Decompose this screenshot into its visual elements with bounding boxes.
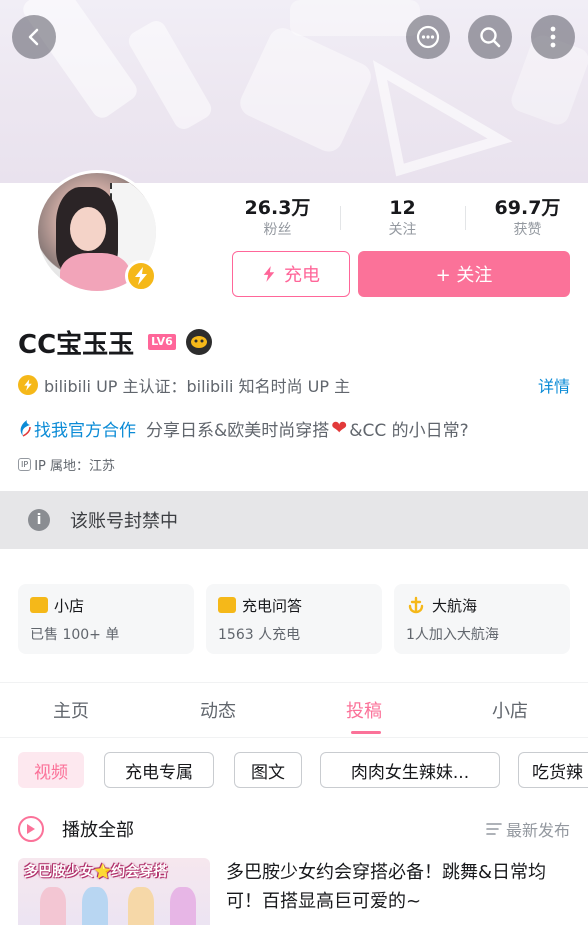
verified-lightning-icon <box>18 375 38 395</box>
card-subtitle: 1人加入大航海 <box>406 627 499 643</box>
feature-cards: 小店 已售 100+ 单 充电问答 1563 人充电 大航海 1人加入大航海 <box>18 584 570 654</box>
certification-row: bilibili UP 主认证：bilibili 知名时尚 UP 主 详情 <box>18 372 570 398</box>
tab-shop[interactable]: 小店 <box>492 697 528 723</box>
bio-text: 分享日系&欧美时尚穿搭 <box>146 420 330 441</box>
play-all-row: 播放全部 最新发布 <box>18 815 570 843</box>
play-icon[interactable] <box>18 816 44 842</box>
thumbnail-figure <box>82 887 108 925</box>
shop-card[interactable]: 小店 已售 100+ 单 <box>18 584 194 654</box>
video-item[interactable]: 多巴胺少女⭐约会穿搭 多巴胺少女约会穿搭必备！跳舞&日常均可！百搭显高巨可爱的~ <box>18 858 570 925</box>
stat-value: 26.3万 <box>244 197 311 219</box>
link-icon <box>20 420 31 437</box>
charge-qa-card[interactable]: 充电问答 1563 人充电 <box>206 584 382 654</box>
thumbnail-figure <box>128 887 154 925</box>
certification-text: bilibili UP 主认证：bilibili 知名时尚 UP 主 <box>44 377 351 396</box>
heart-icon: ❤ <box>331 417 348 439</box>
tab-home[interactable]: 主页 <box>53 697 89 723</box>
filter-chip-collection[interactable]: 肉肉女生辣妹... <box>320 752 500 788</box>
stat-label: 获赞 <box>513 222 542 238</box>
stat-followers[interactable]: 26.3万 粉丝 <box>215 196 340 244</box>
profile-stats: 26.3万 粉丝 12 关注 69.7万 获赞 <box>215 196 588 244</box>
tab-dynamic[interactable]: 动态 <box>200 697 236 723</box>
sort-icon <box>486 823 502 835</box>
stat-label: 关注 <box>388 222 417 238</box>
avatar-container[interactable] <box>35 170 159 294</box>
bio-row: 找我官方合作 分享日系&欧美时尚穿搭 ❤ &CC 的小日常? <box>18 415 469 441</box>
profile-banner <box>0 0 588 183</box>
ip-icon: IP <box>18 457 32 471</box>
sort-label: 最新发布 <box>505 821 570 840</box>
shop-icon <box>30 597 48 613</box>
lightning-icon <box>263 266 275 282</box>
ip-location: IP 属地：江苏 <box>34 458 115 474</box>
profile-tabs: 主页 动态 投稿 小店 <box>0 682 588 738</box>
verified-lightning-icon <box>125 260 157 292</box>
stat-label: 粉丝 <box>263 222 292 238</box>
message-button[interactable] <box>406 15 450 59</box>
filter-chip-graphic[interactable]: 图文 <box>234 752 302 788</box>
stat-value: 12 <box>389 197 416 219</box>
card-title: 大航海 <box>432 596 478 615</box>
stat-following[interactable]: 12 关注 <box>340 196 465 244</box>
info-icon: i <box>28 509 50 531</box>
charge-label: 充电 <box>284 265 320 286</box>
card-subtitle: 1563 人充电 <box>218 627 301 643</box>
back-icon <box>28 28 39 46</box>
search-icon <box>480 27 501 48</box>
filter-chip-foodie[interactable]: 吃货辣 <box>518 752 588 788</box>
ban-notice-bar: i 该账号封禁中 <box>0 491 588 549</box>
username: CC宝玉玉 <box>18 329 135 360</box>
business-link[interactable]: 找我官方合作 <box>18 416 136 441</box>
tab-uploads[interactable]: 投稿 <box>346 697 382 723</box>
thumbnail-figure <box>40 887 66 925</box>
stat-value: 69.7万 <box>494 197 561 219</box>
charge-qa-icon <box>218 597 236 613</box>
search-button[interactable] <box>468 15 512 59</box>
video-title[interactable]: 多巴胺少女约会穿搭必备！跳舞&日常均可！百搭显高巨可爱的~ <box>226 858 570 916</box>
video-thumbnail[interactable]: 多巴胺少女⭐约会穿搭 <box>18 858 210 925</box>
level-badge: LV6 <box>148 334 176 350</box>
name-row: CC宝玉玉 LV6 <box>18 322 212 362</box>
filter-chip-charge[interactable]: 充电专属 <box>104 752 214 788</box>
sort-button[interactable]: 最新发布 <box>486 817 570 841</box>
business-link-label: 找我官方合作 <box>34 420 136 441</box>
detail-link[interactable]: 详情 <box>538 373 570 397</box>
bio-text-2: &CC 的小日常? <box>349 420 469 441</box>
message-icon <box>416 25 440 49</box>
avatar-body <box>60 253 130 291</box>
card-title: 小店 <box>54 596 85 615</box>
follow-label: + 关注 <box>435 265 493 286</box>
mascot-badge-icon <box>185 329 212 355</box>
follow-button[interactable]: + 关注 <box>358 251 570 297</box>
anchor-icon <box>408 596 424 614</box>
play-all-label[interactable]: 播放全部 <box>62 816 134 842</box>
more-button[interactable] <box>531 15 575 59</box>
back-button[interactable] <box>12 15 56 59</box>
guard-card[interactable]: 大航海 1人加入大航海 <box>394 584 570 654</box>
filter-chips: 视频 充电专属 图文 肉肉女生辣妹... 吃货辣 <box>18 752 588 788</box>
stat-likes[interactable]: 69.7万 获赞 <box>465 196 588 244</box>
charge-button[interactable]: 充电 <box>232 251 350 297</box>
thumbnail-title: 多巴胺少女⭐约会穿搭 <box>24 864 168 880</box>
card-title: 充电问答 <box>242 596 303 615</box>
ban-notice-text: 该账号封禁中 <box>70 511 178 532</box>
avatar-face <box>70 207 106 251</box>
tab-active-indicator <box>351 731 381 734</box>
card-subtitle: 已售 100+ 单 <box>30 627 120 643</box>
thumbnail-figure <box>170 887 196 925</box>
filter-chip-video[interactable]: 视频 <box>18 752 84 788</box>
more-icon <box>550 26 556 48</box>
ip-location-row: IP IP 属地：江苏 <box>18 455 115 474</box>
